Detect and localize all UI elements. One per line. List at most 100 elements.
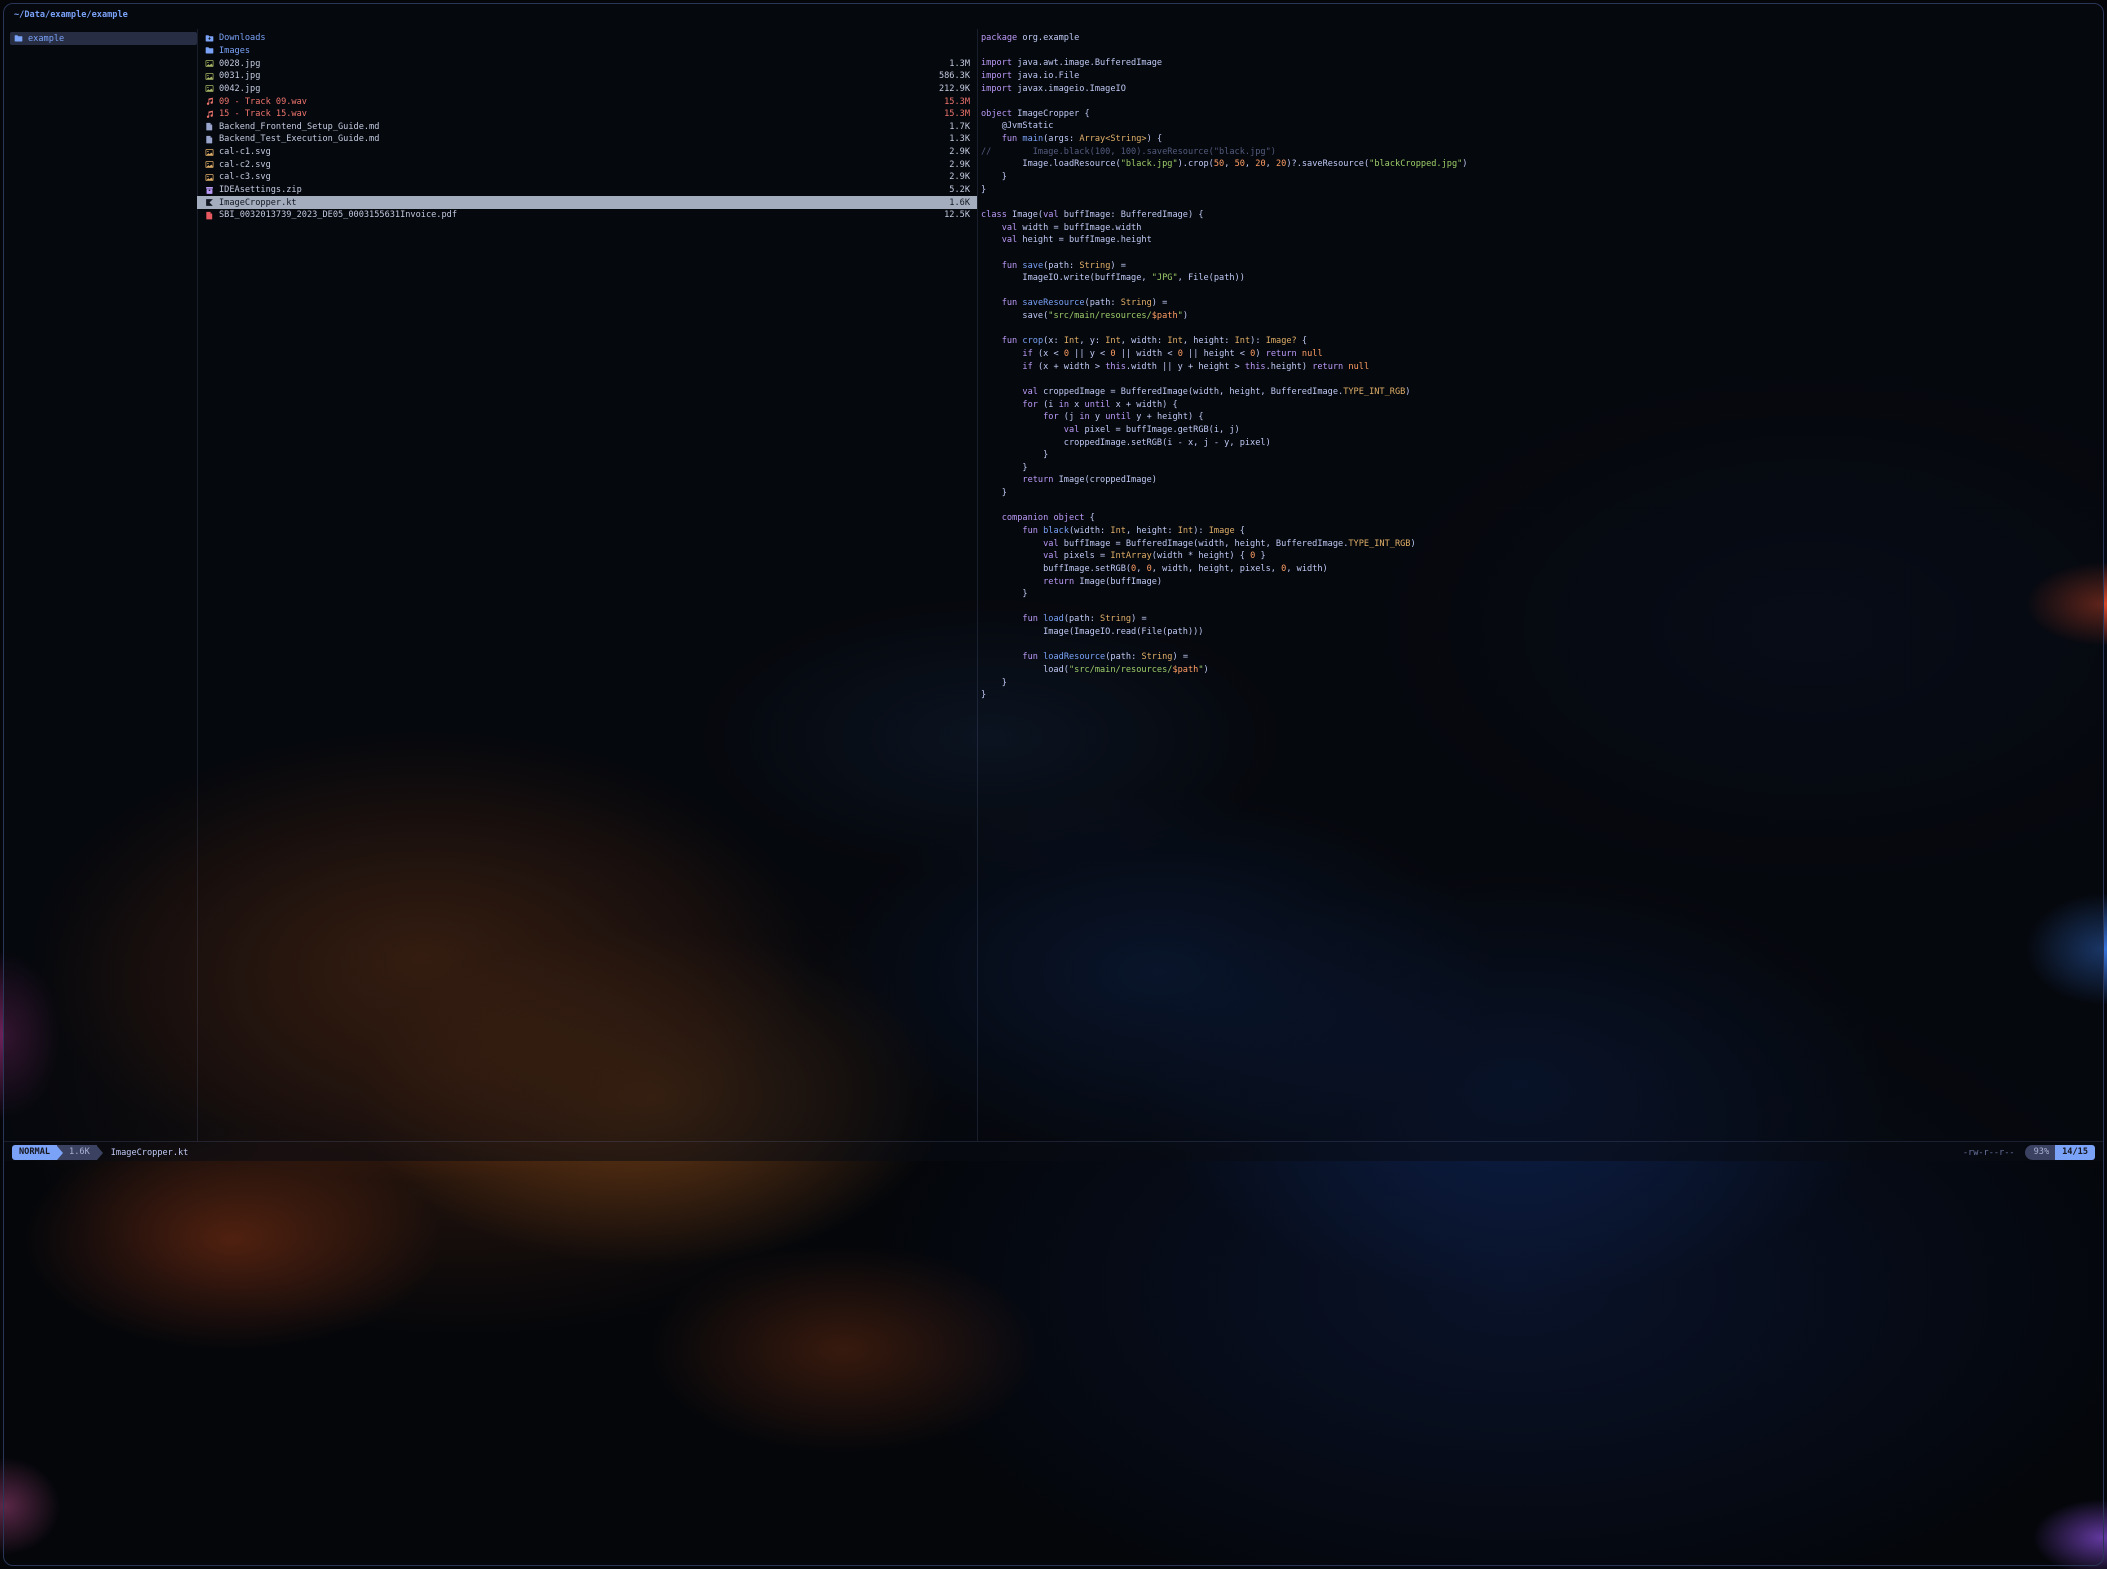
code-line: } <box>981 677 2099 690</box>
file-size: 1.6K <box>949 198 970 208</box>
kotlin-icon <box>205 198 214 207</box>
file-permissions: -rw-r--r-- <box>1963 1148 2015 1158</box>
code-line: val pixels = IntArray(width * height) { … <box>981 550 2099 563</box>
image-icon <box>205 59 214 68</box>
code-line: if (x + width > this.width || y + height… <box>981 361 2099 374</box>
file-size: 15.3M <box>944 97 970 107</box>
parent-directory-panel: example <box>10 32 197 45</box>
file-size: 1.7K <box>949 122 970 132</box>
code-line: val croppedImage = BufferedImage(width, … <box>981 386 2099 399</box>
status-bar: NORMAL 1.6K ImageCropper.kt -rw-r--r-- 9… <box>12 1145 2095 1160</box>
code-line <box>981 285 2099 298</box>
file-row[interactable]: cal-c2.svg2.9K <box>197 158 977 171</box>
code-line: fun crop(x: Int, y: Int, width: Int, hei… <box>981 335 2099 348</box>
breadcrumb-path: ~/Data/example/example <box>14 8 128 22</box>
file-row[interactable]: Downloads <box>197 32 977 45</box>
code-line: fun saveResource(path: String) = <box>981 297 2099 310</box>
file-size: 1.3M <box>949 59 970 69</box>
code-line <box>981 247 2099 260</box>
file-row[interactable]: cal-c3.svg 2.9K <box>197 171 977 184</box>
code-line: val height = buffImage.height <box>981 234 2099 247</box>
code-line: import javax.imageio.ImageIO <box>981 83 2099 96</box>
code-line: for (j in y until y + height) { <box>981 411 2099 424</box>
file-row[interactable]: ImageCropper.kt 1.6K <box>197 196 977 209</box>
markdown-icon <box>205 135 214 144</box>
file-row[interactable]: IDEAsettings.zip 5.2K <box>197 184 977 197</box>
status-file-name: ImageCropper.kt <box>111 1148 189 1158</box>
code-line: } <box>981 689 2099 702</box>
code-line <box>981 196 2099 209</box>
file-row[interactable]: Images <box>197 45 977 58</box>
file-name: 09 - Track 09.wav <box>219 97 936 107</box>
parent-dir-item[interactable]: example <box>10 32 197 45</box>
status-left-group: NORMAL 1.6K ImageCropper.kt <box>12 1145 188 1160</box>
file-row[interactable]: 0031.jpg586.3K <box>197 70 977 83</box>
code-line: import java.awt.image.BufferedImage <box>981 57 2099 70</box>
code-line: save("src/main/resources/$path") <box>981 310 2099 323</box>
code-line: fun save(path: String) = <box>981 260 2099 273</box>
file-size: 12.5K <box>944 210 970 220</box>
folder-downloads-icon <box>205 34 214 43</box>
file-row[interactable]: 0028.jpg 1.3M <box>197 57 977 70</box>
code-line: load("src/main/resources/$path") <box>981 664 2099 677</box>
file-row[interactable]: 15 - Track 15.wav15.3M <box>197 108 977 121</box>
file-name: cal-c1.svg <box>219 147 941 157</box>
file-row[interactable]: Backend_Frontend_Setup_Guide.md 1.7K <box>197 120 977 133</box>
code-line: ImageIO.write(buffImage, "JPG", File(pat… <box>981 272 2099 285</box>
code-line: return Image(buffImage) <box>981 576 2099 589</box>
code-preview-panel: package org.example import java.awt.imag… <box>981 32 2099 702</box>
code-line: object ImageCropper { <box>981 108 2099 121</box>
pdf-icon <box>205 211 214 220</box>
code-line: val width = buffImage.width <box>981 222 2099 235</box>
image-icon <box>205 173 214 182</box>
code-line: buffImage.setRGB(0, 0, width, height, pi… <box>981 563 2099 576</box>
file-name: IDEAsettings.zip <box>219 185 941 195</box>
code-line <box>981 601 2099 614</box>
image-icon <box>205 160 214 169</box>
file-name: ImageCropper.kt <box>219 198 941 208</box>
file-size: 212.9K <box>939 84 970 94</box>
file-row[interactable]: cal-c1.svg2.9K <box>197 146 977 159</box>
file-name: 0028.jpg <box>219 59 941 69</box>
file-size-badge: 1.6K <box>57 1145 97 1160</box>
file-row[interactable]: 0042.jpg 212.9K <box>197 83 977 96</box>
code-line <box>981 95 2099 108</box>
cursor-position-badge: 14/15 <box>2055 1145 2095 1160</box>
file-size: 5.2K <box>949 185 970 195</box>
code-line: } <box>981 171 2099 184</box>
statusbar-divider <box>4 1141 2103 1142</box>
audio-icon <box>205 97 214 106</box>
file-list-panel: DownloadsImages 0028.jpg 1.3M0031.jpg586.3… <box>197 32 977 222</box>
code-line: return Image(croppedImage) <box>981 474 2099 487</box>
code-line: // Image.black(100, 100).saveResource("b… <box>981 146 2099 159</box>
code-line: fun main(args: Array<String>) { <box>981 133 2099 146</box>
file-name: 0031.jpg <box>219 71 931 81</box>
terminal-window: ~/Data/example/example example Downloads… <box>3 3 2104 1566</box>
folder-icon <box>205 46 214 55</box>
file-name: Backend_Frontend_Setup_Guide.md <box>219 122 941 132</box>
parent-dir-label: example <box>28 34 64 44</box>
code-line: companion object { <box>981 512 2099 525</box>
file-name: cal-c3.svg <box>219 172 941 182</box>
code-line: if (x < 0 || y < 0 || width < 0 || heigh… <box>981 348 2099 361</box>
file-name: 0042.jpg <box>219 84 931 94</box>
mode-badge: NORMAL <box>12 1145 57 1160</box>
code-line <box>981 500 2099 513</box>
file-row[interactable]: Backend_Test_Execution_Guide.md1.3K <box>197 133 977 146</box>
code-line: fun load(path: String) = <box>981 613 2099 626</box>
image-icon <box>205 148 214 157</box>
code-line: Image(ImageIO.read(File(path))) <box>981 626 2099 639</box>
file-size: 2.9K <box>949 172 970 182</box>
file-row[interactable]: SBI_0032013739_2023_DE05_0003155631Invoi… <box>197 209 977 222</box>
code-line <box>981 45 2099 58</box>
code-line: } <box>981 184 2099 197</box>
audio-icon <box>205 110 214 119</box>
code-line <box>981 373 2099 386</box>
folder-icon <box>14 34 23 43</box>
file-size: 2.9K <box>949 160 970 170</box>
status-right-group: -rw-r--r-- 93% 14/15 <box>1963 1145 2095 1160</box>
file-row[interactable]: 09 - Track 09.wav 15.3M <box>197 95 977 108</box>
code-line: croppedImage.setRGB(i - x, j - y, pixel) <box>981 437 2099 450</box>
file-name: Images <box>219 46 962 56</box>
code-line: class Image(val buffImage: BufferedImage… <box>981 209 2099 222</box>
